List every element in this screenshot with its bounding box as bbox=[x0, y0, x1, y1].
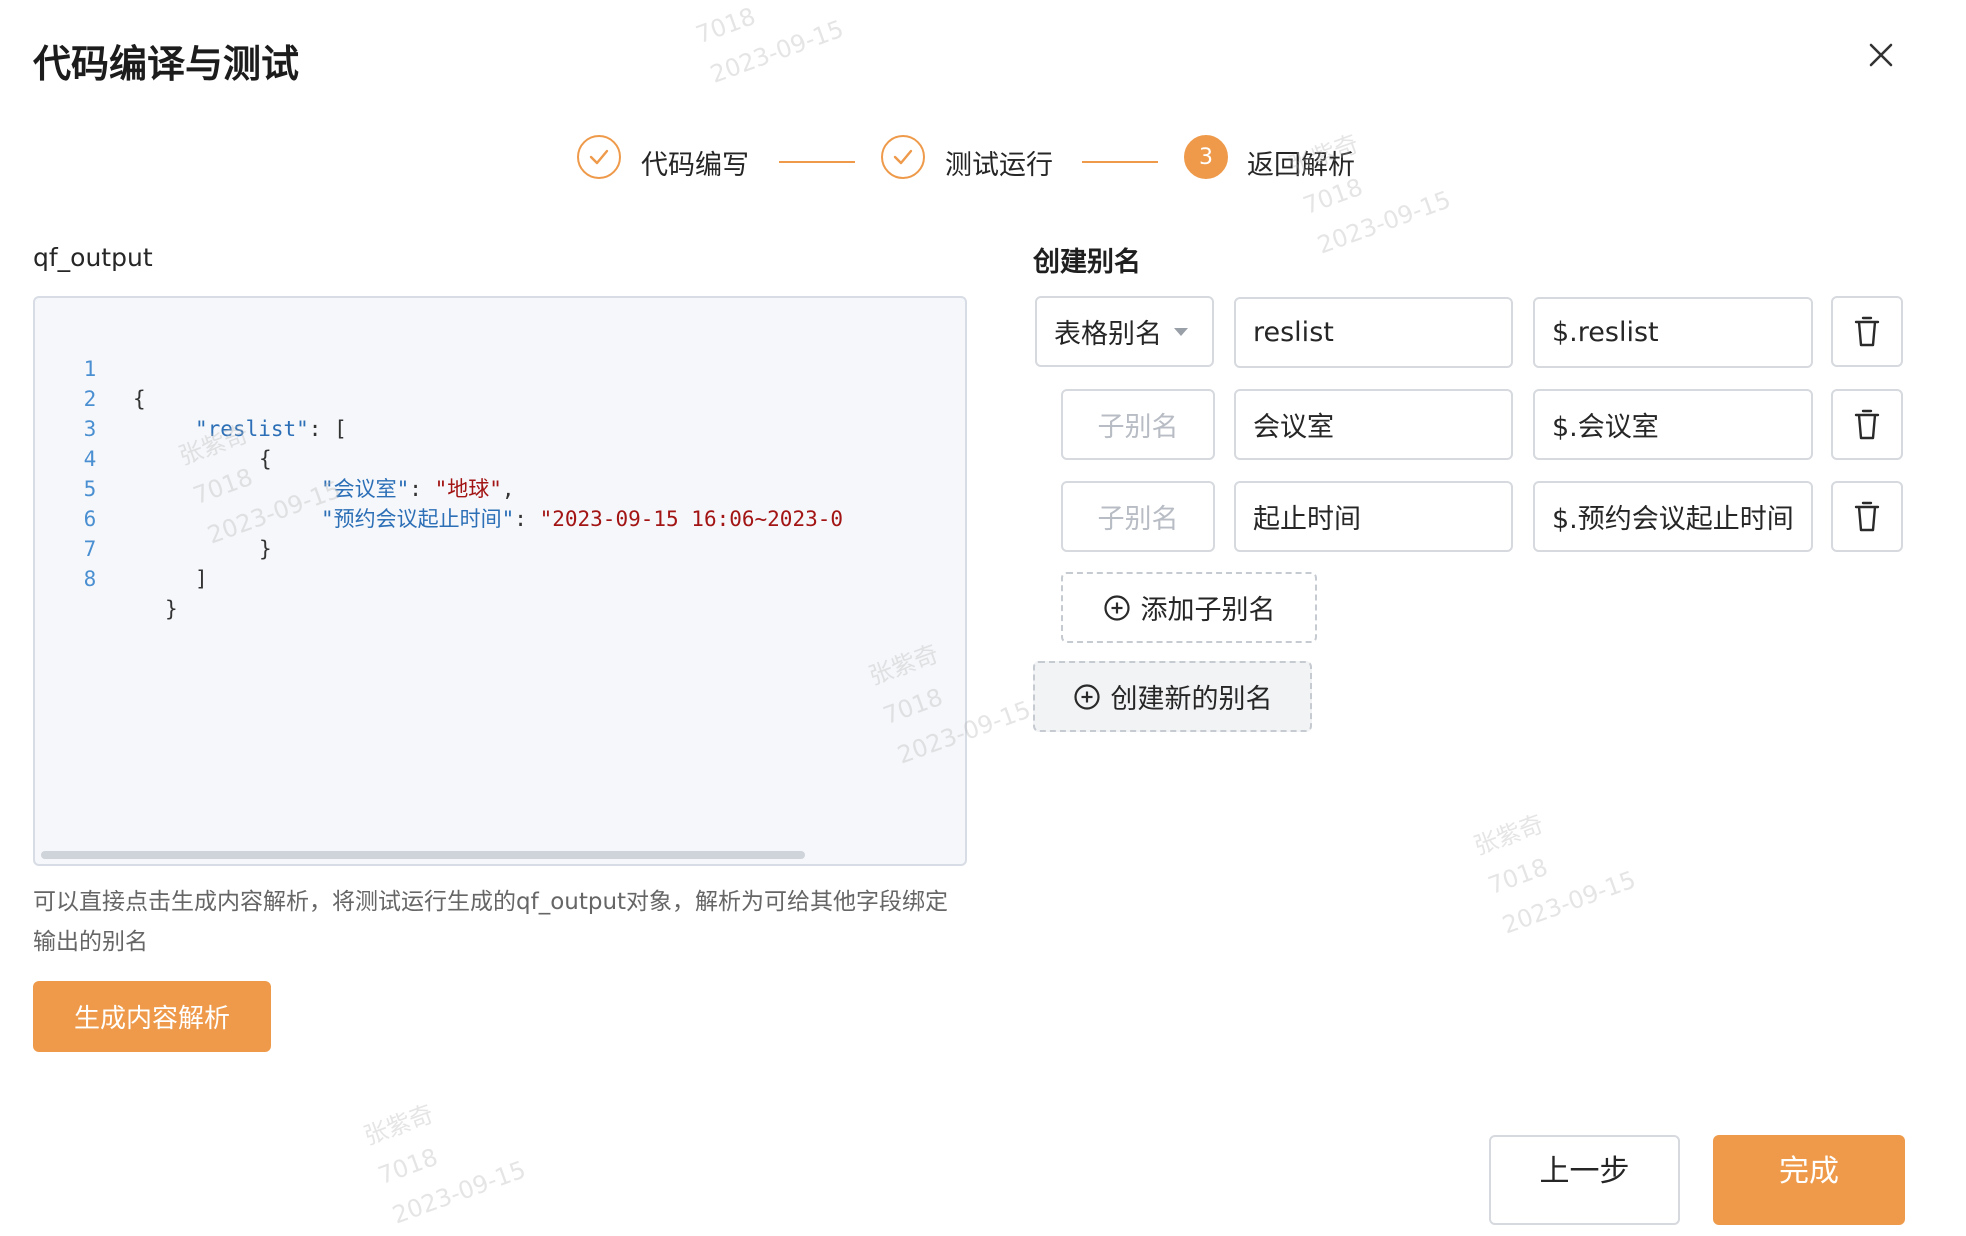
create-new-alias-button[interactable]: 创建新的别名 bbox=[1033, 661, 1312, 732]
code-line: 3 { bbox=[35, 384, 965, 471]
alias-path-input[interactable]: $.预约会议起止时间 bbox=[1533, 481, 1813, 552]
caret-down-icon bbox=[1174, 327, 1188, 336]
step-1-label: 代码编写 bbox=[641, 150, 749, 181]
horizontal-scrollbar[interactable] bbox=[41, 851, 805, 859]
code-text: } bbox=[165, 597, 178, 621]
create-alias-title: 创建别名 bbox=[1033, 247, 1141, 278]
add-child-alias-button[interactable]: 添加子别名 bbox=[1061, 572, 1317, 643]
alias-path-input[interactable]: $.reslist bbox=[1533, 297, 1813, 368]
trash-icon[interactable] bbox=[1831, 389, 1903, 460]
previous-step-button[interactable]: 上一步 bbox=[1489, 1135, 1680, 1225]
create-new-alias-label: 创建新的别名 bbox=[1110, 684, 1273, 715]
step-connector bbox=[1082, 161, 1158, 163]
dialog-title: 代码编译与测试 bbox=[33, 42, 300, 86]
output-label: qf_output bbox=[33, 243, 153, 272]
trash-icon[interactable] bbox=[1831, 296, 1903, 367]
code-line: 1 { bbox=[35, 324, 965, 411]
generate-parse-button[interactable]: 生成内容解析 bbox=[33, 981, 271, 1052]
add-child-alias-label: 添加子别名 bbox=[1140, 595, 1276, 626]
alias-type-value: 表格别名 bbox=[1054, 319, 1162, 350]
child-alias-label: 子别名 bbox=[1061, 389, 1215, 460]
step-1-check-icon bbox=[577, 135, 621, 179]
alias-name-input[interactable]: 会议室 bbox=[1234, 389, 1513, 460]
alias-name-input[interactable]: 起止时间 bbox=[1234, 481, 1513, 552]
alias-name-input[interactable]: reslist bbox=[1234, 297, 1513, 368]
code-line: 2 "reslist": [ bbox=[35, 354, 965, 441]
close-icon[interactable] bbox=[1862, 36, 1900, 74]
code-line: 5 "预约会议起止时间": "2023-09-15 16:06~2023-0 bbox=[35, 444, 965, 531]
finish-button[interactable]: 完成 bbox=[1713, 1135, 1905, 1225]
alias-path-input[interactable]: $.会议室 bbox=[1533, 389, 1813, 460]
code-line: 8 } bbox=[35, 534, 965, 621]
step-3-number: 3 bbox=[1184, 135, 1228, 179]
plus-circle-icon bbox=[1073, 683, 1100, 710]
steps-bar: 代码编写 测试运行 3 返回解析 bbox=[0, 135, 1966, 191]
watermark: 7018 2023-09-15 bbox=[692, 2, 848, 89]
step-3-label: 返回解析 bbox=[1247, 150, 1355, 181]
trash-icon[interactable] bbox=[1831, 481, 1903, 552]
code-line: 4 "会议室": "地球", bbox=[35, 414, 965, 501]
line-number: 8 bbox=[83, 567, 97, 591]
watermark: 张紫奇 7018 2023-09-15 bbox=[1470, 809, 1640, 940]
step-2-label: 测试运行 bbox=[945, 150, 1053, 181]
code-text: ] bbox=[195, 567, 208, 591]
child-alias-label: 子别名 bbox=[1061, 481, 1215, 552]
step-connector bbox=[779, 161, 855, 163]
hint-text: 可以直接点击生成内容解析，将测试运行生成的qf_output对象，解析为可给其他… bbox=[33, 889, 949, 955]
plus-circle-icon bbox=[1103, 594, 1130, 621]
code-line: 6 } bbox=[35, 474, 965, 561]
step-2-check-icon bbox=[881, 135, 925, 179]
watermark: 张紫奇 7018 2023-09-15 bbox=[360, 1099, 530, 1230]
alias-type-select[interactable]: 表格别名 bbox=[1035, 296, 1214, 367]
json-code-editor[interactable]: 1 { 2 "reslist": [ 3 { 4 "会议室": "地球", 5 … bbox=[33, 296, 967, 866]
code-line: 7 ] bbox=[35, 504, 965, 591]
